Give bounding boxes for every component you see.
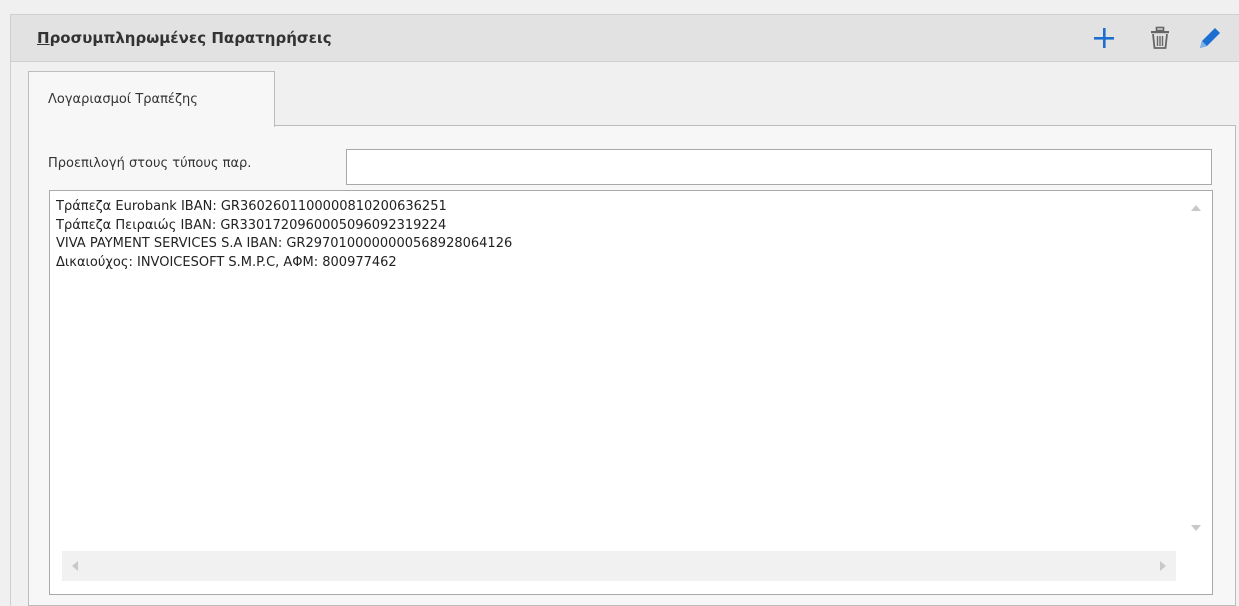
memo-line-beneficiary: Δικαιούχος: INVOICESOFT S.M.P.C, ΑΦΜ: 80… <box>56 254 397 270</box>
trash-icon <box>1151 26 1169 49</box>
memo-text[interactable]: Τράπεζα Eurobank IBAN: GR360260110000081… <box>56 198 512 272</box>
scroll-down-arrow-icon[interactable] <box>1191 525 1201 531</box>
title-mnemonic: Π <box>37 29 50 47</box>
tab-content: Προεπιλογή στους τύπους παρ. Τράπεζα Eur… <box>28 125 1236 606</box>
memo-line-eurobank: Τράπεζα Eurobank IBAN: GR360260110000081… <box>56 199 447 214</box>
memo-line-viva: VIVA PAYMENT SERVICES S.A IBAN: GR297010… <box>56 236 513 251</box>
delete-button[interactable] <box>1145 23 1175 53</box>
edit-button[interactable] <box>1195 23 1225 53</box>
tab-bank-accounts[interactable]: Λογαριασμοί Τραπέζης <box>28 71 275 127</box>
panel-title: Προσυμπληρωμένες Παρατηρήσεις <box>37 29 332 47</box>
prefilled-notes-panel: Προσυμπληρωμένες Παρατηρήσεις Λογαριασμο… <box>10 14 1239 606</box>
scroll-right-arrow-icon[interactable] <box>1160 561 1166 571</box>
preselect-input[interactable] <box>346 149 1212 185</box>
horizontal-scrollbar[interactable] <box>62 551 1176 581</box>
scroll-up-arrow-icon[interactable] <box>1191 205 1201 211</box>
vertical-scrollbar[interactable] <box>1180 191 1212 547</box>
tab-bank-accounts-label: Λογαριασμοί Τραπέζης <box>48 92 198 107</box>
pencil-icon <box>1200 28 1220 48</box>
plus-icon <box>1094 28 1114 48</box>
memo-line-piraeus: Τράπεζα Πειραιώς IBAN: GR330172096000509… <box>56 217 447 233</box>
notes-memo[interactable]: Τράπεζα Eurobank IBAN: GR360260110000081… <box>49 190 1213 595</box>
preselect-label: Προεπιλογή στους τύπους παρ. <box>48 156 252 171</box>
scroll-left-arrow-icon[interactable] <box>72 561 78 571</box>
panel-header: Προσυμπληρωμένες Παρατηρήσεις <box>11 15 1239 62</box>
add-button[interactable] <box>1089 23 1119 53</box>
title-text: ροσυμπληρωμένες Παρατηρήσεις <box>49 29 332 47</box>
